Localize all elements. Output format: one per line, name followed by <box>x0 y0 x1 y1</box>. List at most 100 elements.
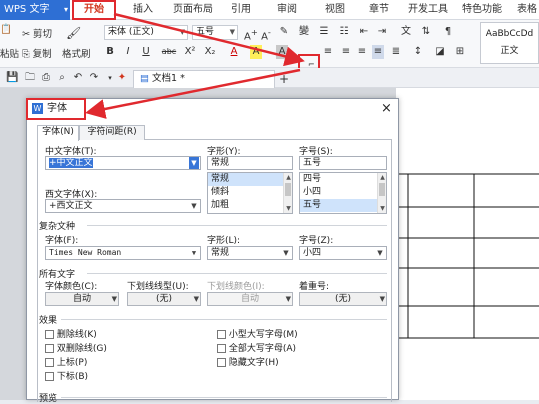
font-style-list[interactable]: 常规 倾斜 加粗 ▲ ▼ <box>207 172 293 214</box>
clear-format-icon[interactable]: ✎ <box>278 25 290 39</box>
chevron-down-icon[interactable]: ▼ <box>284 205 293 212</box>
superscript-button[interactable]: X² <box>182 45 198 59</box>
font-size-select[interactable]: 五号 ▼ <box>192 25 238 40</box>
tab-page-layout[interactable]: 页面布局 <box>166 0 220 20</box>
checkbox-box[interactable] <box>45 330 54 339</box>
customize-icon[interactable]: ▾ <box>104 71 116 85</box>
font-color-button[interactable]: A <box>228 45 240 59</box>
tab-features[interactable]: 特色功能 <box>458 0 506 20</box>
grow-font-icon[interactable]: A+ <box>244 25 258 42</box>
style-gallery-item[interactable]: AaBbCcDd 正文 <box>480 22 539 64</box>
complex-size-select[interactable]: 小四 ▼ <box>299 246 387 260</box>
line-spacing-icon[interactable]: ↕ <box>412 45 424 59</box>
italic-button[interactable]: I <box>122 45 134 59</box>
checkbox-box[interactable] <box>217 330 226 339</box>
document-tab[interactable]: ▤ 文档1 * <box>133 70 275 88</box>
list-item[interactable]: 五号 <box>300 199 386 212</box>
font-style-input[interactable]: 常规 <box>207 156 293 170</box>
print-icon[interactable]: ⎙ <box>40 71 52 85</box>
borders-icon[interactable]: ⊞ <box>454 45 466 59</box>
cut-button[interactable]: ✂ 剪切 <box>22 26 52 40</box>
list-item[interactable]: 倾斜 <box>208 186 292 199</box>
double-strikethrough-checkbox[interactable]: 双删除线(G) <box>45 341 107 354</box>
tab-character-spacing[interactable]: 字符间距(R) <box>79 125 145 140</box>
subscript-checkbox[interactable]: 下标(B) <box>45 369 88 382</box>
shrink-font-icon[interactable]: A- <box>260 25 272 42</box>
complex-style-select[interactable]: 常规 ▼ <box>207 246 293 260</box>
tab-table[interactable]: 表格 <box>512 0 539 20</box>
checkbox-box[interactable] <box>217 358 226 367</box>
chinese-font-select[interactable]: +中文正文 ▼ <box>45 156 201 170</box>
decrease-indent-icon[interactable]: ⇤ <box>358 25 370 39</box>
tab-view[interactable]: 视图 <box>318 0 352 20</box>
strikethrough-button[interactable]: abc <box>160 45 178 59</box>
font-name-select[interactable]: 宋体 (正文) ▼ <box>104 25 188 40</box>
highlight-button[interactable]: A <box>250 45 262 59</box>
save-icon[interactable]: 💾 <box>6 71 18 85</box>
tab-insert[interactable]: 插入 <box>126 0 160 20</box>
scroll-thumb[interactable] <box>285 183 291 196</box>
new-tab-button[interactable]: + <box>278 72 290 86</box>
list-item[interactable]: 加粗 <box>208 199 292 212</box>
numbering-icon[interactable]: ☷ <box>338 25 350 39</box>
tab-references[interactable]: 引用 <box>224 0 258 20</box>
small-caps-checkbox[interactable]: 小型大写字母(M) <box>217 327 298 340</box>
bullets-icon[interactable]: ☰ <box>318 25 330 39</box>
print-preview-icon[interactable]: ⌕ <box>56 71 68 85</box>
list-item[interactable]: 常规 <box>208 173 292 186</box>
chevron-down-icon[interactable]: ▼ <box>378 205 387 212</box>
tab-developer[interactable]: 开发工具 <box>404 0 452 20</box>
all-caps-checkbox[interactable]: 全部大写字母(A) <box>217 341 296 354</box>
undo-icon[interactable]: ↶ <box>72 71 84 85</box>
chevron-up-icon[interactable]: ▲ <box>284 174 293 181</box>
align-center-icon[interactable]: ≡ <box>340 45 352 59</box>
checkbox-box[interactable] <box>45 358 54 367</box>
increase-indent-icon[interactable]: ⇥ <box>376 25 388 39</box>
checkbox-box[interactable] <box>45 372 54 381</box>
tab-review[interactable]: 审阅 <box>270 0 304 20</box>
show-marks-icon[interactable]: ¶ <box>442 25 454 39</box>
chevron-up-icon[interactable]: ▲ <box>378 174 387 181</box>
phonetic-icon[interactable]: 變 <box>298 25 310 39</box>
sort-icon[interactable]: ⇅ <box>420 25 432 39</box>
scroll-thumb[interactable] <box>379 183 385 196</box>
format-painter-button[interactable]: 格式刷 <box>62 46 91 60</box>
close-button[interactable]: × <box>381 101 392 117</box>
brush-icon[interactable]: 🖌 <box>66 26 81 40</box>
justify-icon[interactable]: ≡ <box>372 45 384 59</box>
redo-icon[interactable]: ↷ <box>88 71 100 85</box>
list-item[interactable]: 四号 <box>300 173 386 186</box>
pin-icon[interactable]: ✦ <box>116 71 128 85</box>
western-font-select[interactable]: +西文正文 ▼ <box>45 199 201 213</box>
font-size-list[interactable]: 四号 小四 五号 ▲ ▼ <box>299 172 387 214</box>
align-right-icon[interactable]: ≡ <box>356 45 368 59</box>
paste-button[interactable]: 粘贴 <box>0 46 19 60</box>
document-page[interactable] <box>396 88 539 400</box>
char-shading-button[interactable]: A <box>276 45 288 59</box>
distributed-icon[interactable]: ≣ <box>390 45 402 59</box>
align-left-icon[interactable]: ≡ <box>322 45 334 59</box>
strikethrough-checkbox[interactable]: 删除线(K) <box>45 327 97 340</box>
shading-icon[interactable]: ◪ <box>434 45 446 59</box>
list-item[interactable]: 小四 <box>300 186 386 199</box>
checkbox-box[interactable] <box>217 344 226 353</box>
clipboard-icon[interactable]: 📋 <box>0 24 12 35</box>
scrollbar[interactable]: ▲ ▼ <box>283 173 292 213</box>
checkbox-box[interactable] <box>45 344 54 353</box>
chinese-layout-icon[interactable]: 文 <box>400 25 412 39</box>
font-color-select[interactable]: 自动 ▼ <box>45 292 119 306</box>
open-icon[interactable]: 🗀 <box>24 71 36 85</box>
superscript-checkbox[interactable]: 上标(P) <box>45 355 87 368</box>
hidden-text-checkbox[interactable]: 隐藏文字(H) <box>217 355 279 368</box>
emphasis-select[interactable]: (无) ▼ <box>299 292 387 306</box>
tab-section[interactable]: 章节 <box>362 0 396 20</box>
tab-font[interactable]: 字体(N) <box>37 125 79 141</box>
font-size-input[interactable]: 五号 <box>299 156 387 170</box>
complex-font-select[interactable]: Times New Roman ▼ <box>45 246 201 260</box>
scrollbar[interactable]: ▲ ▼ <box>377 173 386 213</box>
bold-button[interactable]: B <box>104 45 116 59</box>
underline-button[interactable]: U <box>140 45 152 59</box>
subscript-button[interactable]: X₂ <box>202 45 218 59</box>
copy-button[interactable]: ⎘ 复制 <box>22 46 52 60</box>
app-menu-button[interactable]: WPS 文字 ▾ <box>0 0 70 20</box>
